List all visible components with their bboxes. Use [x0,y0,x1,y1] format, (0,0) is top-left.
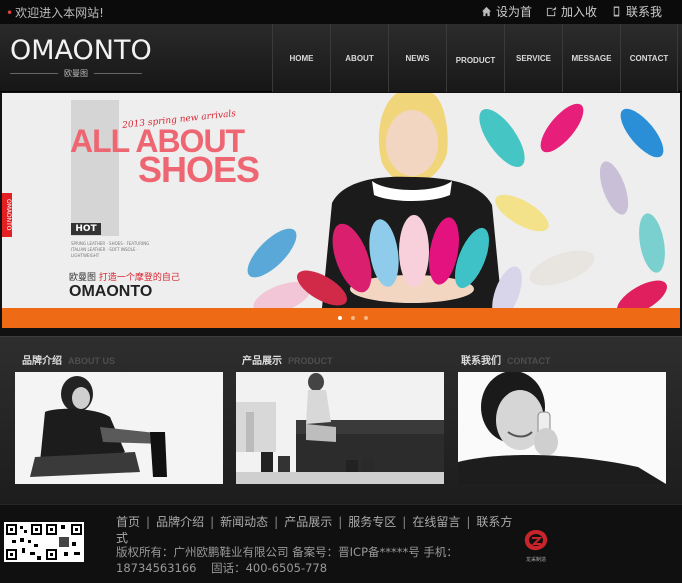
side-tab[interactable]: OMAONTO [2,193,12,237]
contact-link[interactable]: 联系我 [611,3,662,20]
nav-message[interactable]: MESSAGE [562,24,620,92]
section-contact-title[interactable]: 联系我们 CONTACT [461,352,550,367]
logo-subtitle: 欧曼图 [64,69,88,78]
footer-link-service[interactable]: 服务专区 [348,515,396,529]
footer-info: 版权所有：广州欧鹏鞋业有限公司 备案号：晋ICP备*****号 手机： 1873… [116,544,496,576]
footer-link-message[interactable]: 在线留言 [412,515,460,529]
developer-badge[interactable]: 龙采制造 [518,528,554,563]
welcome-text: • 欢迎进入本网站! [6,6,104,20]
banner-fine-print: SPRING LEATHER · SHOES · FEATURING ITALI… [71,241,150,258]
footer-link-products[interactable]: 产品展示 [284,515,332,529]
nav-product[interactable]: PRODUCT [446,24,504,92]
product-photo[interactable] [236,372,444,484]
developer-caption: 龙采制造 [525,557,546,563]
banner-logo: OMAONTO [69,283,153,300]
footer-link-news[interactable]: 新闻动态 [220,515,268,529]
home-icon [481,6,492,17]
site-logo[interactable]: OMAONTO 欧曼图 [10,35,152,79]
set-homepage-link[interactable]: 设为首 [481,3,532,20]
dragon-logo-icon [524,530,548,551]
nav-about[interactable]: ABOUT [330,24,388,92]
slider-dot-3[interactable] [364,316,368,320]
nav-service[interactable]: SERVICE [504,24,562,92]
slider-dot-1[interactable] [338,316,342,320]
footer-link-home[interactable]: 首页 [116,515,140,529]
qr-code-2-icon [44,522,84,562]
qr-code-icon [4,522,44,562]
slider-dots [338,316,368,320]
nav-news[interactable]: NEWS [388,24,446,92]
hot-badge: HOT [71,223,101,235]
bookmark-icon [546,6,557,17]
nav-contact[interactable]: CONTACT [620,24,678,92]
top-links: 设为首 加入收 联系我 [481,3,662,20]
section-about-title[interactable]: 品牌介绍 ABOUT US [22,352,115,367]
top-bar: • 欢迎进入本网站! 设为首 加入收 联系我 [0,0,682,24]
hero-banner[interactable]: 2013 spring new arrivals ALL ABOUT SHOES… [2,93,680,308]
footer-links: 首页 | 品牌介绍 | 新闻动态 | 产品展示 | 服务专区 | 在线留言 | 联系方式 [116,515,513,545]
phone-icon [613,6,620,17]
banner-headline-2: SHOES [138,149,260,190]
header: OMAONTO 欧曼图 HOME ABOUT NEWS PRODUCT SERV… [0,24,682,92]
section-product-title[interactable]: 产品展示 PRODUCT [242,352,333,367]
main-nav: HOME ABOUT NEWS PRODUCT SERVICE MESSAGE … [272,24,678,92]
nav-home[interactable]: HOME [272,24,330,92]
about-photo[interactable] [15,372,223,484]
slider-dot-2[interactable] [351,316,355,320]
footer-phone: 18734563166 固话：400-6505-778 [116,561,328,575]
logo-brand: OMAONTO [10,35,152,66]
banner-slogan: 欧曼图 打造一个摩登的自己 [69,273,180,283]
contact-photo[interactable] [458,372,666,484]
footer-copyright: 版权所有：广州欧鹏鞋业有限公司 备案号：晋ICP备*****号 手机： [116,545,458,559]
add-favorite-link[interactable]: 加入收 [546,3,597,20]
footer-link-brand[interactable]: 品牌介绍 [156,515,204,529]
